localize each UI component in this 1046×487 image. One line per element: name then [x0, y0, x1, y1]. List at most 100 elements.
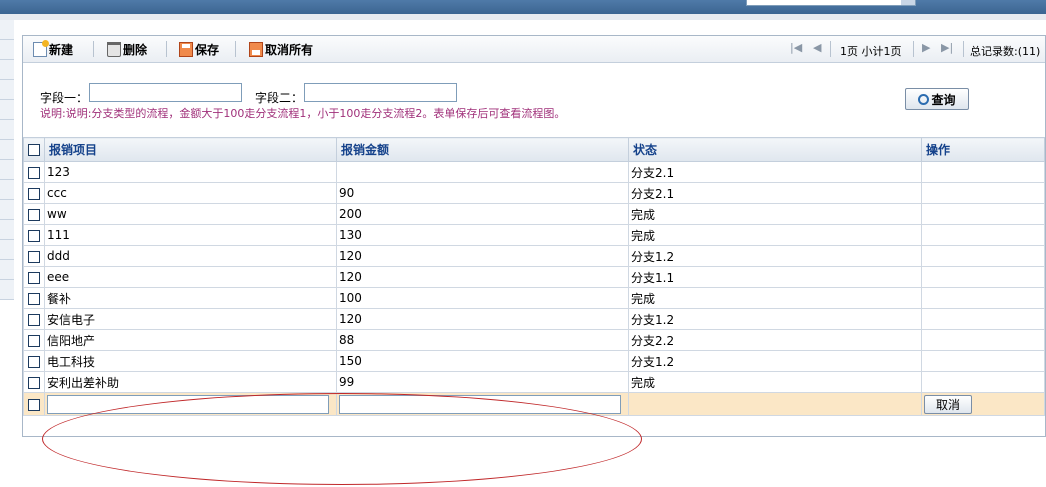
nav-stub[interactable] [0, 180, 14, 200]
status-cell[interactable]: 分支2.1 [628, 182, 922, 204]
amount-cell[interactable]: 100 [336, 287, 629, 309]
nav-stub[interactable] [0, 220, 14, 240]
table-row[interactable]: 安利出差补助 99 完成 [23, 371, 1045, 393]
table-row[interactable]: 信阳地产 88 分支2.2 [23, 329, 1045, 351]
row-checkbox[interactable] [28, 187, 40, 200]
item-cell[interactable]: 电工科技 [44, 350, 337, 372]
edit-status-cell [628, 392, 922, 416]
query-button[interactable]: 查询 [905, 88, 969, 110]
column-header[interactable]: 状态 [628, 137, 922, 162]
row-cancel-button[interactable]: 取消 [924, 394, 972, 414]
amount-cell[interactable]: 130 [336, 224, 629, 246]
table-row[interactable]: 111 130 完成 [23, 224, 1045, 246]
first-page-icon[interactable]: |◀ [790, 41, 802, 54]
table-row[interactable]: 安信电子 120 分支1.2 [23, 308, 1045, 330]
row-checkbox[interactable] [28, 376, 40, 389]
table-row[interactable]: ccc 90 分支2.1 [23, 182, 1045, 204]
action-cell[interactable] [921, 329, 1045, 351]
action-cell[interactable] [921, 287, 1045, 309]
nav-stub[interactable] [0, 260, 14, 280]
action-cell[interactable] [921, 308, 1045, 330]
action-cell[interactable] [921, 203, 1045, 225]
status-cell[interactable]: 完成 [628, 287, 922, 309]
status-cell[interactable]: 完成 [628, 224, 922, 246]
row-checkbox[interactable] [28, 271, 40, 284]
status-cell[interactable]: 分支1.2 [628, 350, 922, 372]
status-cell[interactable]: 完成 [628, 371, 922, 393]
row-checkbox[interactable] [28, 313, 40, 326]
chevron-down-icon[interactable] [901, 0, 915, 5]
item-cell[interactable]: 安信电子 [44, 308, 337, 330]
next-page-icon[interactable]: ▶ [922, 41, 930, 54]
amount-cell[interactable]: 200 [336, 203, 629, 225]
amount-cell[interactable]: 88 [336, 329, 629, 351]
nav-stub[interactable] [0, 60, 14, 80]
nav-stub[interactable] [0, 280, 14, 300]
action-cell[interactable] [921, 350, 1045, 372]
amount-cell[interactable]: 90 [336, 182, 629, 204]
row-checkbox[interactable] [28, 355, 40, 368]
nav-stub[interactable] [0, 120, 14, 140]
amount-cell[interactable] [336, 161, 629, 183]
nav-stub[interactable] [0, 200, 14, 220]
save-button[interactable]: 保存 [179, 40, 219, 59]
status-cell[interactable]: 分支1.2 [628, 308, 922, 330]
cancel-all-button[interactable]: 取消所有 [249, 40, 313, 59]
item-cell[interactable]: 111 [44, 224, 337, 246]
table-row[interactable]: 电工科技 150 分支1.2 [23, 350, 1045, 372]
amount-cell[interactable]: 120 [336, 266, 629, 288]
header-select[interactable] [746, 0, 916, 6]
action-cell[interactable] [921, 182, 1045, 204]
item-cell[interactable]: 信阳地产 [44, 329, 337, 351]
item-cell[interactable]: eee [44, 266, 337, 288]
nav-stub[interactable] [0, 160, 14, 180]
field1-input[interactable] [89, 83, 242, 102]
item-cell[interactable]: ww [44, 203, 337, 225]
delete-button[interactable]: 删除 [107, 40, 147, 59]
action-cell[interactable] [921, 224, 1045, 246]
nav-stub[interactable] [0, 240, 14, 260]
table-row[interactable]: ww 200 完成 [23, 203, 1045, 225]
table-row[interactable]: 餐补 100 完成 [23, 287, 1045, 309]
row-checkbox[interactable] [28, 166, 40, 179]
item-cell[interactable]: 安利出差补助 [44, 371, 337, 393]
nav-stub[interactable] [0, 20, 14, 40]
nav-stub[interactable] [0, 100, 14, 120]
new-button[interactable]: 新建 [33, 40, 73, 59]
table-row[interactable]: 123 分支2.1 [23, 161, 1045, 183]
status-cell[interactable]: 分支2.2 [628, 329, 922, 351]
table-row[interactable]: eee 120 分支1.1 [23, 266, 1045, 288]
column-header[interactable]: 报销项目 [44, 137, 337, 162]
nav-stub[interactable] [0, 140, 14, 160]
row-checkbox[interactable] [28, 208, 40, 221]
amount-cell[interactable]: 120 [336, 245, 629, 267]
select-all-checkbox[interactable] [28, 144, 40, 156]
status-cell[interactable]: 分支2.1 [628, 161, 922, 183]
action-cell[interactable] [921, 266, 1045, 288]
status-cell[interactable]: 分支1.2 [628, 245, 922, 267]
column-header[interactable]: 报销金额 [336, 137, 629, 162]
last-page-icon[interactable]: ▶| [941, 41, 953, 54]
status-cell[interactable]: 完成 [628, 203, 922, 225]
row-checkbox[interactable] [28, 229, 40, 242]
row-checkbox[interactable] [28, 292, 40, 305]
amount-cell[interactable]: 150 [336, 350, 629, 372]
item-cell[interactable]: 餐补 [44, 287, 337, 309]
item-cell[interactable]: ddd [44, 245, 337, 267]
table-row[interactable]: ddd 120 分支1.2 [23, 245, 1045, 267]
row-checkbox[interactable] [28, 250, 40, 263]
item-cell[interactable]: ccc [44, 182, 337, 204]
amount-cell[interactable]: 120 [336, 308, 629, 330]
nav-stub[interactable] [0, 40, 14, 60]
status-cell[interactable]: 分支1.1 [628, 266, 922, 288]
item-cell[interactable]: 123 [44, 161, 337, 183]
action-cell[interactable] [921, 245, 1045, 267]
prev-page-icon[interactable]: ◀ [813, 41, 821, 54]
action-cell[interactable] [921, 371, 1045, 393]
field2-input[interactable] [304, 83, 457, 102]
amount-cell[interactable]: 99 [336, 371, 629, 393]
row-checkbox[interactable] [28, 334, 40, 347]
nav-stub[interactable] [0, 80, 14, 100]
row-checkbox[interactable] [28, 398, 40, 411]
action-cell[interactable] [921, 161, 1045, 183]
